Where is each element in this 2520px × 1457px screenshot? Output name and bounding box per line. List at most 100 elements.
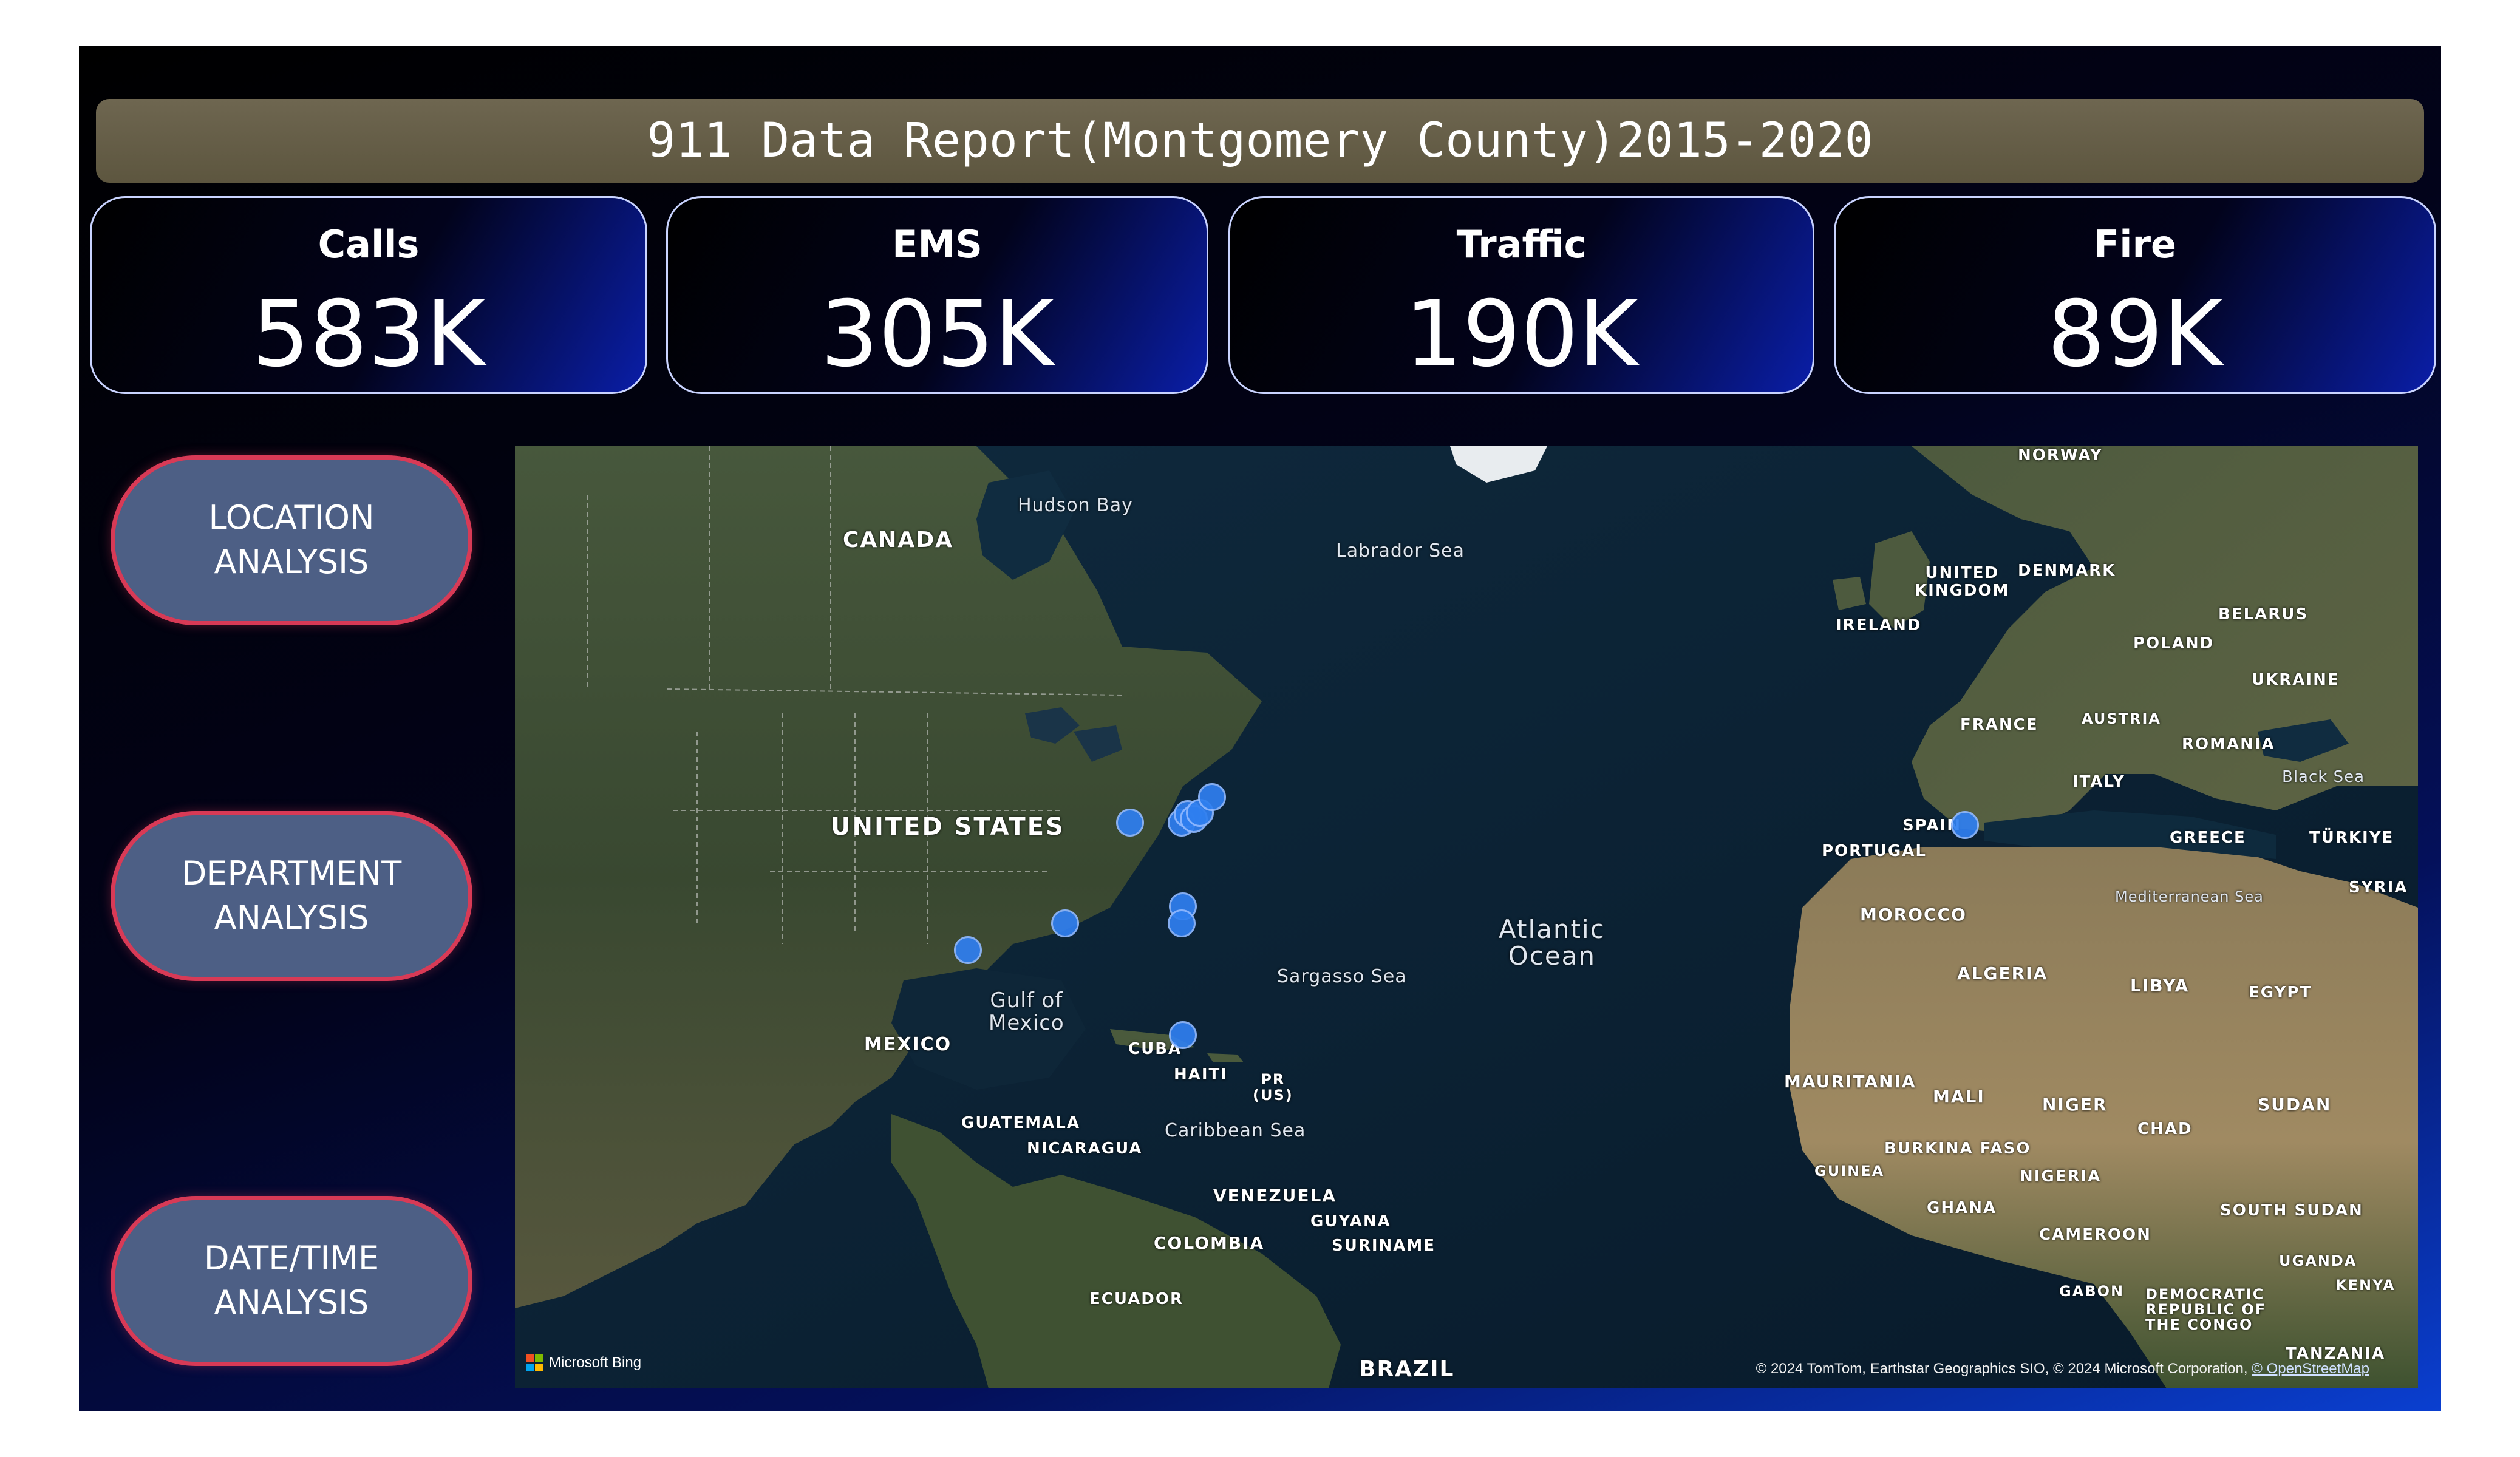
kpi-label: Traffic xyxy=(1456,222,1587,267)
map-label-guatemala: GUATEMALA xyxy=(961,1114,1080,1132)
kpi-label: Calls xyxy=(318,222,420,267)
map-label-mediterranean-sea: Mediterranean Sea xyxy=(2115,888,2264,905)
kpi-card-fire: Fire 89K xyxy=(1834,196,2436,394)
kpi-label: EMS xyxy=(892,222,982,267)
map-label-portugal: PORTUGAL xyxy=(1822,842,1927,860)
map-label-guinea: GUINEA xyxy=(1814,1163,1885,1180)
map-label-line: Gulf of xyxy=(990,988,1063,1013)
map-label-hudson-bay: Hudson Bay xyxy=(1018,495,1133,516)
map-label-romania: ROMANIA xyxy=(2182,735,2275,753)
button-label-line: DATE/TIME xyxy=(203,1239,380,1278)
map-label-algeria: ALGERIA xyxy=(1957,963,2048,983)
map-label-south-sudan: SOUTH SUDAN xyxy=(2220,1201,2363,1220)
satellite-basemap xyxy=(515,446,2418,1388)
map-label-united-states: UNITED STATES xyxy=(831,813,1065,841)
map-label-norway: NORWAY xyxy=(2018,446,2103,464)
map-label-line: (US) xyxy=(1253,1087,1293,1104)
map-label-puerto-rico: PR (US) xyxy=(1253,1072,1293,1104)
map-label-line: Ocean xyxy=(1508,941,1596,971)
provider-label: Microsoft Bing xyxy=(549,1354,642,1371)
map-label-morocco: MOROCCO xyxy=(1860,905,1967,925)
map-label-suriname: SURINAME xyxy=(1332,1237,1436,1255)
map-data-point[interactable] xyxy=(1169,1021,1197,1049)
datetime-analysis-button[interactable]: DATE/TIME ANALYSIS xyxy=(111,1196,472,1366)
map-label-line: Atlantic xyxy=(1499,914,1606,944)
map-label-austria: AUSTRIA xyxy=(2082,710,2161,727)
map-label-ukraine: UKRAINE xyxy=(2252,671,2340,689)
map-label-belarus: BELARUS xyxy=(2218,605,2309,623)
map-label-brazil: BRAZIL xyxy=(1359,1357,1455,1382)
map-label-chad: CHAD xyxy=(2137,1120,2193,1138)
map-label-syria: SYRIA xyxy=(2349,878,2408,897)
map-data-point[interactable] xyxy=(1051,909,1079,937)
map-label-black-sea: Black Sea xyxy=(2282,768,2365,786)
kpi-card-calls: Calls 583K xyxy=(90,196,647,394)
map-label-mexico: MEXICO xyxy=(864,1034,952,1055)
map-attribution: © 2024 TomTom, Earthstar Geographics SIO… xyxy=(1756,1360,2369,1377)
map-label-egypt: EGYPT xyxy=(2249,983,2312,1002)
map-label-niger: NIGER xyxy=(2042,1095,2108,1115)
button-label-line: ANALYSIS xyxy=(214,898,369,937)
location-analysis-button[interactable]: LOCATION ANALYSIS xyxy=(111,455,472,625)
map-label-line: UNITED xyxy=(1925,564,2000,582)
button-label-line: LOCATION xyxy=(208,498,375,537)
report-title-bar: 911 Data Report(Montgomery County)2015-2… xyxy=(96,99,2424,183)
map-label-gulf-of-mexico: Gulf of Mexico xyxy=(989,988,1064,1036)
map-data-point[interactable] xyxy=(954,936,982,964)
map-label-burkina-faso: BURKINA FASO xyxy=(1884,1139,2031,1158)
report-title: 911 Data Report(Montgomery County)2015-2… xyxy=(647,114,1873,168)
map-label-greece: GREECE xyxy=(2170,829,2246,847)
map-visual[interactable]: CANADA Hudson Bay Labrador Sea UNITED ST… xyxy=(515,446,2418,1388)
button-label-line: DEPARTMENT xyxy=(181,854,402,893)
map-label-cameroon: CAMEROON xyxy=(2039,1226,2151,1244)
microsoft-logo-icon xyxy=(526,1354,543,1371)
kpi-card-ems: EMS 305K xyxy=(666,196,1208,394)
button-label-line: ANALYSIS xyxy=(214,1283,369,1322)
map-label-line: REPUBLIC OF xyxy=(2145,1301,2267,1319)
map-data-point[interactable] xyxy=(1116,809,1144,837)
map-label-colombia: COLOMBIA xyxy=(1154,1233,1265,1253)
map-label-kenya: KENYA xyxy=(2335,1277,2396,1294)
map-data-point[interactable] xyxy=(1168,909,1196,937)
map-label-turkiye: TÜRKIYE xyxy=(2309,829,2394,847)
map-data-point[interactable] xyxy=(1951,811,1979,839)
map-label-sargasso-sea: Sargasso Sea xyxy=(1277,966,1407,987)
map-label-ghana: GHANA xyxy=(1927,1199,1997,1217)
map-label-line: Mexico xyxy=(989,1011,1064,1036)
kpi-value: 190K xyxy=(1405,282,1638,387)
map-label-nigeria: NIGERIA xyxy=(2020,1167,2102,1186)
map-label-libya: LIBYA xyxy=(2130,976,2190,996)
map-label-guyana: GUYANA xyxy=(1310,1212,1391,1231)
microsoft-bing-logo: Microsoft Bing xyxy=(526,1354,641,1371)
map-label-mauritania: MAURITANIA xyxy=(1784,1072,1916,1092)
map-label-atlantic-ocean: Atlantic Ocean xyxy=(1499,914,1606,971)
attribution-text: © 2024 TomTom, Earthstar Geographics SIO… xyxy=(1755,1360,2252,1377)
map-label-line: THE CONGO xyxy=(2145,1316,2253,1334)
kpi-card-traffic: Traffic 190K xyxy=(1228,196,1814,394)
map-label-caribbean-sea: Caribbean Sea xyxy=(1165,1120,1306,1141)
map-label-mali: MALI xyxy=(1933,1087,1985,1107)
map-label-canada: CANADA xyxy=(843,528,954,552)
button-label-line: ANALYSIS xyxy=(214,543,369,581)
map-label-venezuela: VENEZUELA xyxy=(1213,1186,1337,1206)
dashboard-canvas: 911 Data Report(Montgomery County)2015-2… xyxy=(79,46,2441,1411)
map-label-italy: ITALY xyxy=(2072,773,2125,791)
map-label-haiti: HAITI xyxy=(1174,1065,1228,1084)
map-label-uganda: UGANDA xyxy=(2279,1252,2357,1269)
kpi-label: Fire xyxy=(2093,222,2177,267)
map-label-line: PR xyxy=(1261,1071,1286,1088)
kpi-value: 305K xyxy=(820,282,1054,387)
map-label-labrador-sea: Labrador Sea xyxy=(1336,540,1465,562)
department-analysis-button[interactable]: DEPARTMENT ANALYSIS xyxy=(111,811,472,981)
map-label-poland: POLAND xyxy=(2133,634,2215,653)
map-label-nicaragua: NICARAGUA xyxy=(1027,1139,1143,1158)
map-label-ireland: IRELAND xyxy=(1836,616,1922,634)
openstreetmap-link[interactable]: © OpenStreetMap xyxy=(2252,1360,2369,1377)
map-label-ecuador: ECUADOR xyxy=(1089,1290,1183,1308)
kpi-value: 89K xyxy=(2047,282,2223,387)
map-label-line: DEMOCRATIC xyxy=(2145,1286,2265,1303)
map-label-france: FRANCE xyxy=(1960,716,2038,734)
map-data-point[interactable] xyxy=(1198,783,1226,811)
map-label-denmark: DENMARK xyxy=(2018,562,2116,580)
map-label-sudan: SUDAN xyxy=(2258,1095,2332,1115)
